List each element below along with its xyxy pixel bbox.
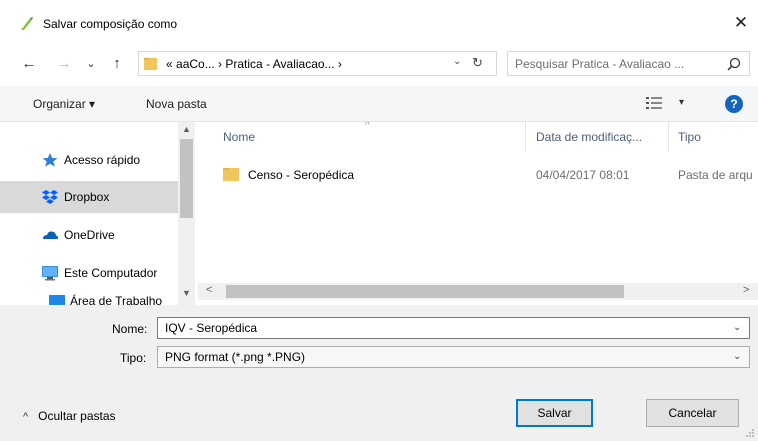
- close-icon: ✕: [733, 13, 749, 32]
- sidebar-item-label: Acesso rápido: [64, 153, 141, 167]
- address-dropdown-icon[interactable]: ⌄: [453, 56, 461, 67]
- file-list: ^ Nome Data de modificaç... Tipo Censo -…: [198, 122, 758, 282]
- sidebar-item-desktop[interactable]: Área de Trabalho: [8, 285, 186, 305]
- file-type: Pasta de arqu: [678, 168, 753, 182]
- help-icon[interactable]: ?: [725, 95, 743, 113]
- search-icon: [727, 57, 741, 71]
- type-label: Tipo:: [120, 351, 147, 365]
- title-bar: Salvar composição como ✕: [0, 0, 758, 44]
- scrollbar-thumb[interactable]: [226, 285, 624, 298]
- qgis-app-icon: [21, 17, 33, 30]
- navigation-pane: Acesso rápido Dropbox OneDrive Este Comp…: [0, 122, 198, 305]
- scroll-left-icon[interactable]: <: [206, 284, 212, 296]
- scroll-right-icon[interactable]: >: [743, 284, 749, 296]
- chevron-down-icon[interactable]: ⌄: [733, 322, 741, 333]
- back-arrow-icon: ←: [21, 55, 37, 72]
- hide-folders-toggle[interactable]: ^ Ocultar pastas: [23, 409, 116, 423]
- column-divider[interactable]: [525, 122, 526, 152]
- address-prefix: «: [166, 57, 173, 71]
- cancel-button[interactable]: Cancelar: [646, 399, 739, 427]
- star-icon: [42, 153, 58, 167]
- onedrive-icon: [43, 231, 59, 239]
- sidebar-item-label: Área de Trabalho: [70, 294, 163, 305]
- sidebar-item-label: OneDrive: [64, 228, 115, 242]
- folder-icon: [223, 168, 239, 181]
- file-type-value: PNG format (*.png *.PNG): [165, 350, 306, 364]
- search-box[interactable]: Pesquisar Pratica - Avaliacao ...: [507, 51, 750, 76]
- up-arrow-icon: ↑: [113, 55, 121, 72]
- file-name-field[interactable]: IQV - Seropédica ⌄: [157, 317, 750, 339]
- column-header-date[interactable]: Data de modificaç...: [536, 130, 642, 144]
- view-options-icon[interactable]: [646, 96, 662, 110]
- file-name: Censo - Seropédica: [248, 168, 355, 182]
- close-button[interactable]: ✕: [728, 10, 754, 36]
- sidebar-item-quick-access[interactable]: Acesso rápido: [0, 144, 178, 176]
- file-type-select[interactable]: PNG format (*.png *.PNG) ⌄: [157, 346, 750, 368]
- scrollbar-thumb[interactable]: [180, 139, 193, 218]
- address-path: « aaCo... › Pratica - Avaliacao... ›: [166, 57, 342, 71]
- view-dropdown-icon[interactable]: ▾: [679, 97, 684, 108]
- command-toolbar: Organizar ▾ Nova pasta ▾ ?: [0, 86, 758, 122]
- dropbox-icon: [42, 190, 58, 204]
- chevron-down-icon: ⌄: [86, 58, 96, 70]
- file-modified: 04/04/2017 08:01: [536, 168, 630, 182]
- chevron-down-icon[interactable]: ⌄: [733, 351, 741, 362]
- address-breadcrumb[interactable]: aaCo... › Pratica - Avaliacao... ›: [176, 57, 342, 71]
- sort-ascending-icon: ^: [365, 122, 370, 131]
- save-button[interactable]: Salvar: [516, 399, 593, 427]
- refresh-icon[interactable]: ↻: [472, 55, 483, 71]
- scroll-down-icon[interactable]: ▼: [178, 288, 195, 298]
- hide-folders-label: Ocultar pastas: [38, 409, 116, 423]
- desktop-icon: [49, 295, 65, 305]
- scroll-up-icon[interactable]: ▲: [178, 124, 195, 134]
- resize-grip-icon[interactable]: [745, 428, 755, 438]
- forward-arrow-icon: →: [56, 55, 72, 72]
- sidebar-scrollbar[interactable]: ▲ ▼: [178, 122, 195, 305]
- name-label: Nome:: [112, 322, 148, 336]
- column-header-name[interactable]: Nome: [223, 130, 255, 144]
- column-divider[interactable]: [668, 122, 669, 152]
- sidebar-item-dropbox[interactable]: Dropbox: [0, 181, 178, 213]
- recent-locations-button[interactable]: ⌄: [80, 53, 102, 75]
- up-button[interactable]: ↑: [106, 53, 128, 75]
- window-title: Salvar composição como: [43, 17, 178, 31]
- back-button[interactable]: ←: [18, 53, 40, 75]
- new-folder-button[interactable]: Nova pasta: [146, 97, 207, 111]
- search-input[interactable]: Pesquisar Pratica - Avaliacao ...: [515, 57, 684, 71]
- folder-icon: [143, 57, 158, 71]
- sidebar-item-label: Dropbox: [64, 190, 110, 204]
- sidebar-item-onedrive[interactable]: OneDrive: [0, 219, 178, 251]
- sidebar-item-label: Este Computador: [64, 266, 158, 280]
- chevron-up-icon: ^: [23, 411, 29, 423]
- forward-button[interactable]: →: [53, 53, 75, 75]
- column-header-type[interactable]: Tipo: [678, 130, 701, 144]
- file-list-horizontal-scrollbar[interactable]: < >: [198, 283, 758, 300]
- file-name-value[interactable]: IQV - Seropédica: [165, 321, 257, 335]
- address-bar[interactable]: « aaCo... › Pratica - Avaliacao... › ⌄ ↻: [138, 51, 497, 76]
- table-row[interactable]: Censo - Seropédica 04/04/2017 08:01 Past…: [218, 163, 758, 187]
- organize-button[interactable]: Organizar ▾: [33, 97, 95, 111]
- computer-icon: [42, 266, 58, 281]
